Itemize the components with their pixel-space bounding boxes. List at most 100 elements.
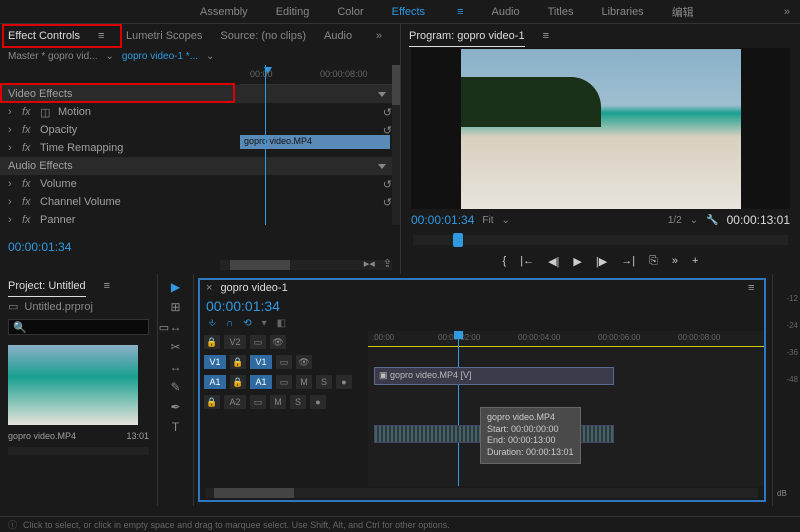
video-clip[interactable]: ▣ gopro video.MP4 [V] bbox=[374, 367, 614, 385]
source-a1-button[interactable]: A1 bbox=[204, 375, 226, 389]
work-area-bar[interactable] bbox=[368, 346, 764, 347]
lock-track-button[interactable]: 🔒 bbox=[230, 355, 246, 369]
selection-tool[interactable]: ▶ bbox=[171, 280, 180, 294]
step-forward-button[interactable]: |▶ bbox=[596, 255, 607, 268]
program-scrubber[interactable] bbox=[413, 235, 788, 245]
sequence-timecode[interactable]: 00:00:01:34 bbox=[200, 296, 764, 316]
mark-in-button[interactable]: { bbox=[503, 255, 507, 268]
program-timecode[interactable]: 00:00:01:34 bbox=[411, 213, 474, 227]
sequence-clip-dropdown[interactable]: gopro video-1 *... bbox=[122, 51, 198, 62]
lock-track-button[interactable]: 🔒 bbox=[204, 335, 220, 349]
tab-color[interactable]: Color bbox=[337, 6, 363, 18]
reset-icon[interactable]: ↺ bbox=[383, 106, 392, 119]
tab-titles[interactable]: Titles bbox=[548, 6, 574, 18]
track-a2-target[interactable]: A2 bbox=[224, 395, 246, 409]
marker-icon[interactable]: ⟲ bbox=[243, 318, 251, 329]
workspace-overflow-icon[interactable]: » bbox=[784, 6, 790, 18]
tab-cn-edit[interactable]: 编辑 bbox=[672, 4, 694, 20]
type-tool[interactable]: T bbox=[172, 420, 179, 434]
tab-program[interactable]: Program: gopro video-1 bbox=[409, 26, 525, 47]
export-frame-button[interactable]: ⎘ bbox=[649, 255, 658, 268]
close-icon[interactable]: × bbox=[206, 282, 212, 294]
snap-icon[interactable]: ⎀ bbox=[208, 318, 216, 329]
effect-timeline-ruler[interactable]: 00:00 00:00:08:00 bbox=[240, 65, 400, 85]
tab-libraries[interactable]: Libraries bbox=[602, 6, 644, 18]
source-v1-button[interactable]: V1 bbox=[204, 355, 226, 369]
effect-panner[interactable]: › fx Panner bbox=[0, 211, 400, 229]
panel-overflow-icon[interactable]: » bbox=[376, 30, 382, 42]
toggle-output-button[interactable]: ▭ bbox=[250, 395, 266, 409]
solo-button[interactable]: S bbox=[290, 395, 306, 409]
program-viewport[interactable] bbox=[411, 48, 790, 209]
track-v2-target[interactable]: V2 bbox=[224, 335, 246, 349]
video-effects-header[interactable]: Video Effects bbox=[0, 85, 400, 103]
sequence-tab[interactable]: gopro video-1 bbox=[220, 282, 287, 294]
tab-effect-controls[interactable]: Effect Controls bbox=[8, 26, 80, 47]
timeline-tracks[interactable]: :00:00 00:00:02:00 00:00:04:00 00:00:06:… bbox=[368, 331, 764, 486]
panel-menu-icon[interactable]: ≡ bbox=[543, 30, 553, 42]
panel-menu-icon[interactable]: ≡ bbox=[98, 30, 108, 42]
project-scrollbar[interactable] bbox=[8, 447, 149, 455]
project-search-input[interactable]: 🔍 ▭ bbox=[8, 319, 149, 335]
lock-track-button[interactable]: 🔒 bbox=[204, 395, 220, 409]
eye-icon[interactable]: 👁 bbox=[296, 355, 312, 369]
voice-over-icon[interactable]: ● bbox=[310, 395, 326, 409]
wrench-icon[interactable]: ◧ bbox=[277, 318, 286, 329]
search-field[interactable] bbox=[27, 322, 159, 333]
go-to-in-button[interactable]: |← bbox=[520, 255, 534, 268]
tab-editing[interactable]: Editing bbox=[276, 6, 310, 18]
track-select-tool[interactable]: ⊞ bbox=[170, 300, 180, 314]
step-icon[interactable]: ▸◂ bbox=[364, 257, 375, 270]
eye-icon[interactable]: 👁 bbox=[270, 335, 286, 349]
effect-channel-volume[interactable]: › fx Channel Volume ↺ bbox=[0, 193, 400, 211]
audio-effects-header[interactable]: Audio Effects bbox=[0, 157, 400, 175]
play-button[interactable]: ▶ bbox=[573, 255, 581, 268]
tab-effects[interactable]: Effects bbox=[392, 6, 425, 18]
pen-tool[interactable]: ✎ bbox=[170, 380, 180, 394]
effect-volume[interactable]: › fx Volume ↺ bbox=[0, 175, 400, 193]
effects-menu-icon[interactable]: ≡ bbox=[457, 6, 463, 18]
solo-button[interactable]: S bbox=[316, 375, 332, 389]
effect-scrollbar[interactable] bbox=[392, 65, 400, 225]
voice-over-icon[interactable]: ● bbox=[336, 375, 352, 389]
razor-tool[interactable]: ✂ bbox=[170, 340, 180, 354]
tab-audio[interactable]: Audio bbox=[491, 6, 519, 18]
reset-icon[interactable]: ↺ bbox=[383, 178, 392, 191]
toggle-output-button[interactable]: ▭ bbox=[276, 375, 292, 389]
effect-motion[interactable]: › fx ◫ Motion ↺ bbox=[0, 103, 400, 121]
step-back-button[interactable]: ◀| bbox=[548, 255, 559, 268]
track-v1-target[interactable]: V1 bbox=[250, 355, 272, 369]
button-editor-icon[interactable]: + bbox=[692, 255, 698, 268]
effect-timecode[interactable]: 00:00:01:34 bbox=[0, 234, 400, 260]
transport-overflow-icon[interactable]: » bbox=[672, 255, 678, 268]
panel-menu-icon[interactable]: ≡ bbox=[748, 282, 758, 294]
go-to-out-button[interactable]: →| bbox=[621, 255, 635, 268]
master-clip-dropdown[interactable]: Master * gopro vid... bbox=[8, 51, 97, 62]
fit-dropdown[interactable]: Fit bbox=[482, 215, 493, 226]
lock-track-button[interactable]: 🔒 bbox=[230, 375, 246, 389]
tab-assembly[interactable]: Assembly bbox=[200, 6, 248, 18]
settings-icon[interactable]: 🔧 bbox=[706, 215, 718, 226]
mute-button[interactable]: M bbox=[270, 395, 286, 409]
toggle-output-button[interactable]: ▭ bbox=[250, 335, 266, 349]
ripple-edit-tool[interactable]: ↔ bbox=[170, 320, 182, 334]
clip-thumbnail[interactable] bbox=[8, 345, 138, 425]
playhead-marker[interactable] bbox=[453, 233, 463, 247]
hand-tool[interactable]: ✒ bbox=[170, 400, 180, 414]
tab-project[interactable]: Project: Untitled bbox=[8, 276, 86, 297]
tab-audio-mixer[interactable]: Audio bbox=[324, 26, 352, 46]
slip-tool[interactable]: ↔ bbox=[170, 360, 182, 374]
linked-selection-icon[interactable]: ∩ bbox=[226, 318, 233, 329]
tab-source[interactable]: Source: (no clips) bbox=[220, 26, 306, 46]
tab-lumetri-scopes[interactable]: Lumetri Scopes bbox=[126, 26, 202, 46]
timeline-ruler[interactable]: :00:00 00:00:02:00 00:00:04:00 00:00:06:… bbox=[368, 331, 764, 347]
export-frame-icon[interactable]: ⇪ bbox=[383, 257, 392, 270]
mute-button[interactable]: M bbox=[296, 375, 312, 389]
reset-icon[interactable]: ↺ bbox=[383, 196, 392, 209]
settings-icon[interactable]: ▾ bbox=[262, 318, 267, 329]
resolution-dropdown[interactable]: 1/2 bbox=[668, 215, 682, 226]
toggle-output-button[interactable]: ▭ bbox=[276, 355, 292, 369]
panel-menu-icon[interactable]: ≡ bbox=[104, 280, 114, 292]
track-a1-target[interactable]: A1 bbox=[250, 375, 272, 389]
timeline-zoom-scrollbar[interactable] bbox=[206, 488, 758, 498]
